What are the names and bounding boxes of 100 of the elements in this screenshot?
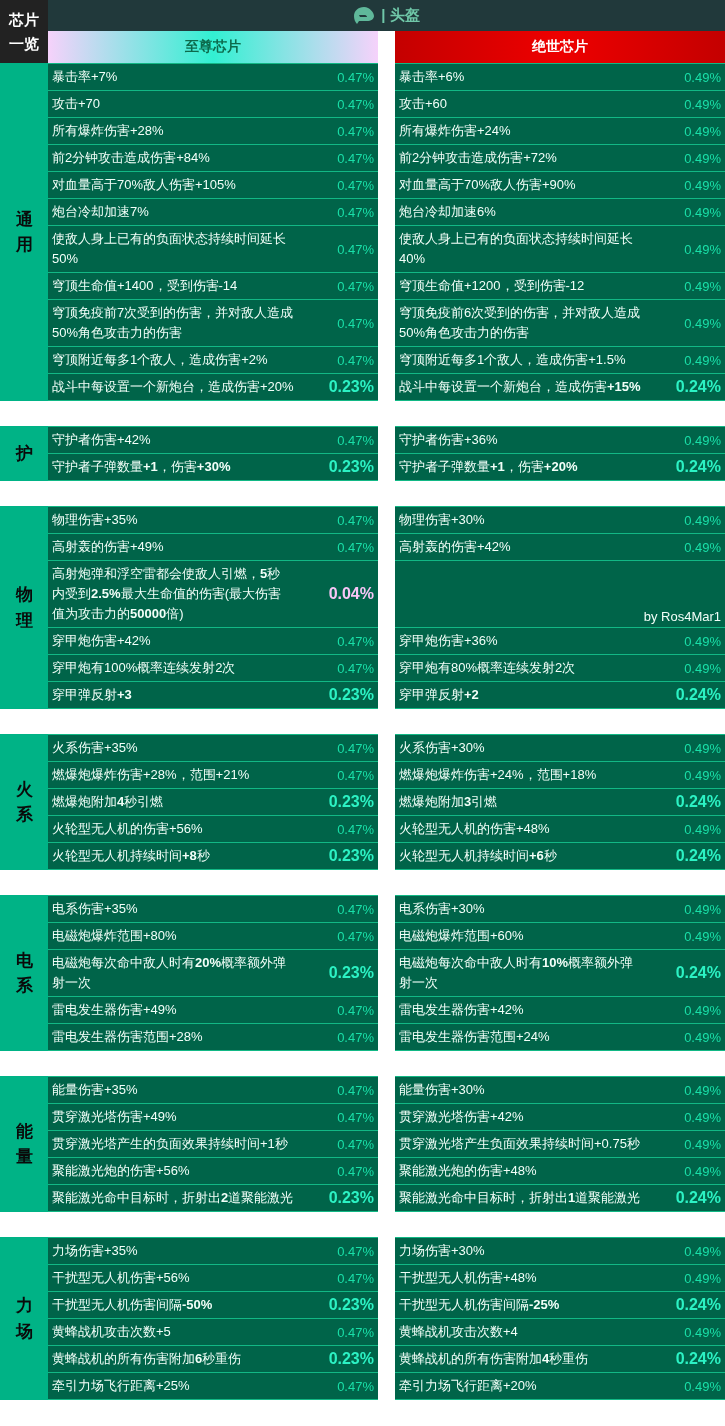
drop-chance: 0.47% xyxy=(337,150,374,166)
chip-effect: 物理伤害+30% xyxy=(399,511,485,529)
chip-effect: 攻击+60 xyxy=(399,95,448,113)
chip-effect: 对血量高于70%敌人伤害+90% xyxy=(399,176,576,194)
drop-chance: 0.24% xyxy=(675,964,721,982)
category-name: 通用 xyxy=(15,208,33,256)
drop-chance: 0.24% xyxy=(675,793,721,811)
chip-effect: 穹顶附近每多1个敌人，造成伤害+1.5% xyxy=(399,351,626,369)
chip-effect: 贯穿激光塔伤害+42% xyxy=(399,1108,524,1126)
category-name: 能量 xyxy=(15,1120,33,1168)
drop-chance: 0.49% xyxy=(684,150,721,166)
drop-chance: 0.49% xyxy=(684,1002,721,1018)
drop-chance: 0.49% xyxy=(684,352,721,368)
chip-effect: 牵引力场飞行距离+25% xyxy=(52,1377,190,1395)
drop-chance: 0.49% xyxy=(684,821,721,837)
chip-effect: 穹顶附近每多1个敌人，造成伤害+2% xyxy=(52,351,268,369)
chip-effect: 黄蜂战机的所有伤害附加6秒重伤 xyxy=(52,1350,242,1368)
drop-chance: 0.47% xyxy=(337,1136,374,1152)
chip-effect: 贯穿激光塔产生的负面效果持续时间+1秒 xyxy=(52,1135,288,1153)
chip-effect: 高射炮弹和浮空雷都会使敌人引燃，5秒内受到2.5%最大生命值的伤害(最大伤害值为攻击力的50000倍) xyxy=(52,565,282,623)
chip-effect: 干扰型无人机伤害间隔-25% xyxy=(399,1296,560,1314)
drop-chance: 0.49% xyxy=(684,767,721,783)
drop-chance: 0.23% xyxy=(328,1296,374,1314)
chip-effect: 守护者伤害+36% xyxy=(399,431,498,449)
chip-effect: 穿甲炮伤害+36% xyxy=(399,632,498,650)
chip-effect: 电磁炮爆炸范围+80% xyxy=(52,927,177,945)
chip-effect: 高射轰的伤害+49% xyxy=(52,538,164,556)
chip-effect: 聚能激光炮的伤害+56% xyxy=(52,1162,190,1180)
chip-effect: 燃爆炮附加3引燃 xyxy=(399,793,498,811)
chip-effect: 火轮型无人机的伤害+56% xyxy=(52,820,203,838)
drop-chance: 0.49% xyxy=(684,1270,721,1286)
drop-chance: 0.49% xyxy=(684,278,721,294)
chip-effect: 前2分钟攻击造成伤害+72% xyxy=(399,149,557,167)
drop-chance: 0.49% xyxy=(684,1243,721,1259)
drop-chance: 0.23% xyxy=(328,964,374,982)
chip-effect: 力场伤害+35% xyxy=(52,1242,138,1260)
chip-effect: 雷电发生器伤害+42% xyxy=(399,1001,524,1019)
chip-effect: 穹顶生命值+1400，受到伤害-14 xyxy=(52,277,238,295)
chip-effect: 电磁炮每次命中敌人时有10%概率额外弹射一次 xyxy=(399,954,635,992)
drop-chance: 0.49% xyxy=(684,1109,721,1125)
chip-effect: 前2分钟攻击造成伤害+84% xyxy=(52,149,210,167)
drop-chance: 0.49% xyxy=(684,740,721,756)
tier-header: 至尊芯片 xyxy=(48,31,378,63)
chip-effect: 电磁炮爆炸范围+60% xyxy=(399,927,524,945)
chip-effect: 火轮型无人机持续时间+8秒 xyxy=(52,847,210,865)
drop-chance: 0.47% xyxy=(337,633,374,649)
drop-chance: 0.24% xyxy=(675,1296,721,1314)
chip-effect: 火轮型无人机的伤害+48% xyxy=(399,820,550,838)
drop-chance: 0.49% xyxy=(684,539,721,555)
drop-chance: 0.47% xyxy=(337,1243,374,1259)
drop-chance: 0.47% xyxy=(337,767,374,783)
chip-effect: 穿甲炮伤害+42% xyxy=(52,632,151,650)
drop-chance: 0.24% xyxy=(675,1350,721,1368)
drop-chance: 0.49% xyxy=(684,1029,721,1045)
chip-effect: 火系伤害+35% xyxy=(52,739,138,757)
chip-effect: 穹顶免疫前7次受到的伤害，并对敌人造成50%角色攻击力的伤害 xyxy=(52,304,295,342)
chip-effect: 干扰型无人机伤害+48% xyxy=(399,1269,537,1287)
drop-chance: 0.47% xyxy=(337,204,374,220)
chip-effect: 干扰型无人机伤害间隔-50% xyxy=(52,1296,213,1314)
drop-chance: 0.23% xyxy=(328,1350,374,1368)
chip-effect: 干扰型无人机伤害+56% xyxy=(52,1269,190,1287)
chip-effect: 炮台冷却加速6% xyxy=(399,203,496,221)
author-credit: by Ros4Mar1 xyxy=(643,609,721,624)
drop-chance: 0.49% xyxy=(684,633,721,649)
drop-chance: 0.47% xyxy=(337,512,374,528)
drop-chance: 0.47% xyxy=(337,1109,374,1125)
drop-chance: 0.23% xyxy=(328,1189,374,1207)
drop-chance: 0.24% xyxy=(675,458,721,476)
drop-chance: 0.49% xyxy=(684,1378,721,1394)
chip-effect: 能量伤害+35% xyxy=(52,1081,138,1099)
chip-effect: 使敌人身上已有的负面状态持续时间延长50% xyxy=(52,230,287,268)
chip-effect: 物理伤害+35% xyxy=(52,511,138,529)
chip-effect: 使敌人身上已有的负面状态持续时间延长40% xyxy=(399,230,634,268)
drop-chance: 0.47% xyxy=(337,352,374,368)
drop-chance: 0.24% xyxy=(675,1189,721,1207)
drop-chance: 0.49% xyxy=(684,123,721,139)
chip-effect: 穹顶生命值+1200，受到伤害-12 xyxy=(399,277,585,295)
drop-chance: 0.47% xyxy=(337,241,374,257)
chip-effect: 暴击率+7% xyxy=(52,68,118,86)
category-name: 火系 xyxy=(15,778,33,826)
drop-chance: 0.47% xyxy=(337,96,374,112)
chip-effect: 雷电发生器伤害范围+24% xyxy=(399,1028,550,1046)
drop-chance: 0.23% xyxy=(328,793,374,811)
drop-chance: 0.47% xyxy=(337,1002,374,1018)
chip-effect: 雷电发生器伤害+49% xyxy=(52,1001,177,1019)
chip-effect: 所有爆炸伤害+24% xyxy=(399,122,511,140)
drop-chance: 0.49% xyxy=(684,901,721,917)
drop-chance: 0.24% xyxy=(675,378,721,396)
chip-effect: 黄蜂战机攻击次数+5 xyxy=(52,1323,171,1341)
drop-chance: 0.47% xyxy=(337,432,374,448)
chip-effect: 战斗中每设置一个新炮台，造成伤害+20% xyxy=(52,378,294,396)
drop-chance: 0.49% xyxy=(684,928,721,944)
drop-chance: 0.47% xyxy=(337,821,374,837)
chip-effect: 聚能激光命中目标时，折射出1道聚能激光 xyxy=(399,1189,641,1207)
chip-effect: 贯穿激光塔产生负面效果持续时间+0.75秒 xyxy=(399,1135,640,1153)
drop-chance: 0.47% xyxy=(337,1029,374,1045)
drop-chance: 0.49% xyxy=(684,1082,721,1098)
drop-chance: 0.24% xyxy=(675,847,721,865)
chip-effect: 守护者子弹数量+1，伤害+20% xyxy=(399,458,578,476)
chip-effect: 战斗中每设置一个新炮台，造成伤害+15% xyxy=(399,378,641,396)
